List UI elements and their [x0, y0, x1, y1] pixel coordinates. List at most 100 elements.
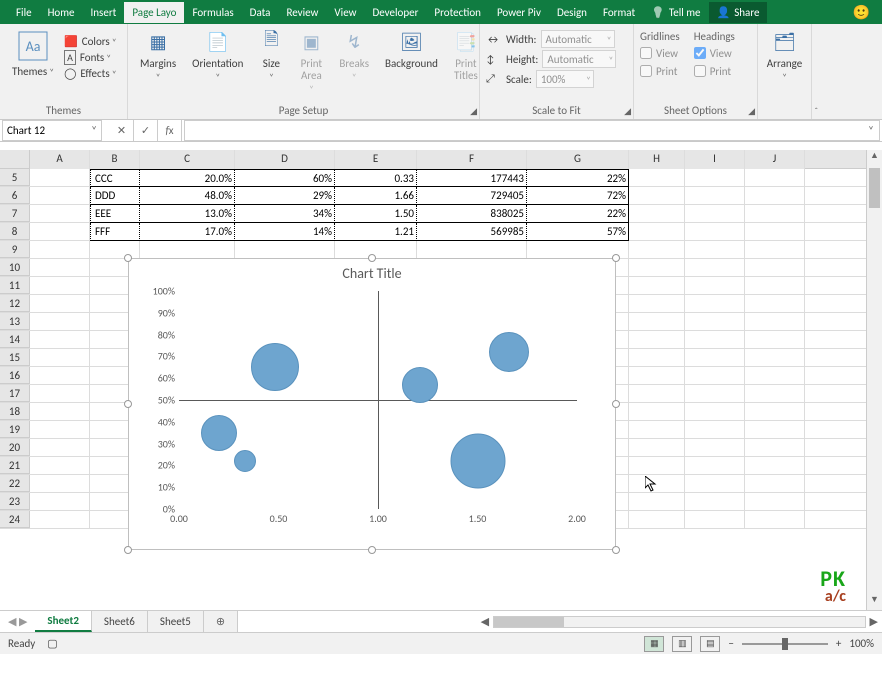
chart-handle[interactable]	[124, 546, 132, 554]
cell[interactable]	[685, 223, 745, 241]
tab-powerpivot[interactable]: Power Piv	[489, 2, 549, 23]
cell[interactable]	[629, 313, 685, 331]
cell[interactable]	[30, 403, 90, 421]
cancel-fx-icon[interactable]: ✕	[110, 120, 134, 141]
zoom-slider[interactable]	[742, 643, 828, 645]
cell[interactable]	[629, 187, 685, 205]
cell[interactable]: FFF	[90, 223, 140, 241]
cell[interactable]	[335, 241, 417, 259]
cell[interactable]	[30, 439, 90, 457]
formula-expand-icon[interactable]: ˅	[863, 124, 879, 137]
column-header[interactable]: C	[140, 150, 235, 169]
cell[interactable]	[30, 277, 90, 295]
column-header[interactable]: F	[417, 150, 527, 169]
tab-review[interactable]: Review	[278, 2, 326, 23]
print-titles-button[interactable]: 📑Print Titles	[448, 26, 484, 86]
ribbon-collapse-icon[interactable]: ˆ	[814, 106, 818, 117]
row-header[interactable]: 6	[0, 187, 30, 204]
cell[interactable]	[685, 403, 745, 421]
themes-fonts[interactable]: AFonts	[64, 50, 117, 65]
cell[interactable]	[745, 349, 805, 367]
cell[interactable]	[745, 295, 805, 313]
chart-plot-area[interactable]: 0%10%20%30%40%50%60%70%80%90%100%0.000.5…	[179, 291, 577, 509]
cell[interactable]	[629, 475, 685, 493]
cell[interactable]: 20.0%	[140, 169, 235, 187]
tab-page-layout[interactable]: Page Layo	[124, 2, 184, 23]
cell[interactable]	[629, 403, 685, 421]
sheet-launcher[interactable]: ◢	[748, 106, 755, 117]
cell[interactable]: 29%	[235, 187, 335, 205]
feedback-smiley-icon[interactable]: 🙂	[853, 4, 870, 21]
cell[interactable]	[685, 457, 745, 475]
chart-bubble[interactable]	[251, 343, 299, 391]
row-header[interactable]: 15	[0, 349, 30, 366]
row-header[interactable]: 22	[0, 475, 30, 492]
cell[interactable]	[685, 367, 745, 385]
cell[interactable]	[685, 331, 745, 349]
page-setup-launcher[interactable]: ◢	[470, 106, 477, 117]
cell[interactable]	[629, 169, 685, 187]
cell[interactable]	[30, 421, 90, 439]
cell[interactable]	[30, 223, 90, 241]
cell[interactable]	[629, 223, 685, 241]
themes-colors[interactable]: 🟥Colors	[64, 35, 117, 48]
tab-tell-me[interactable]: Tell me	[643, 2, 708, 23]
cell[interactable]	[685, 421, 745, 439]
cell[interactable]	[30, 349, 90, 367]
row-header[interactable]: 24	[0, 511, 30, 528]
cell[interactable]	[30, 475, 90, 493]
cell[interactable]	[685, 385, 745, 403]
cell[interactable]	[629, 349, 685, 367]
cell[interactable]	[30, 295, 90, 313]
cell[interactable]: 1.50	[335, 205, 417, 223]
cell[interactable]: 1.66	[335, 187, 417, 205]
cell[interactable]	[629, 367, 685, 385]
horizontal-scrollbar[interactable]: ◀ ▶	[477, 611, 882, 632]
cell[interactable]: 0.33	[335, 169, 417, 187]
column-header[interactable]: D	[235, 150, 335, 169]
cell[interactable]	[629, 295, 685, 313]
zoom-value[interactable]: 100%	[849, 637, 874, 650]
headings-print-check[interactable]: Print	[694, 63, 735, 79]
cell[interactable]: 72%	[527, 187, 629, 205]
enter-fx-icon[interactable]: ✓	[134, 120, 158, 141]
cell[interactable]: 838025	[417, 205, 527, 223]
cell[interactable]: 22%	[527, 169, 629, 187]
cell[interactable]	[30, 169, 90, 187]
print-area-button[interactable]: ▣Print Area	[293, 26, 329, 100]
cell[interactable]: 14%	[235, 223, 335, 241]
cell[interactable]	[685, 475, 745, 493]
cell[interactable]	[745, 331, 805, 349]
row-header[interactable]: 13	[0, 313, 30, 330]
cell[interactable]	[30, 493, 90, 511]
row-header[interactable]: 9	[0, 241, 30, 258]
cell[interactable]	[745, 259, 805, 277]
scale-pct-select[interactable]: 100%	[536, 70, 594, 88]
cell[interactable]	[629, 277, 685, 295]
row-header[interactable]: 12	[0, 295, 30, 312]
cell[interactable]	[745, 313, 805, 331]
cell[interactable]: 17.0%	[140, 223, 235, 241]
cell[interactable]	[685, 295, 745, 313]
cell[interactable]	[745, 205, 805, 223]
scale-width-select[interactable]: Automatic	[541, 30, 615, 48]
hscroll-right-icon[interactable]: ▶	[870, 615, 878, 628]
cell[interactable]	[745, 493, 805, 511]
cell[interactable]: 60%	[235, 169, 335, 187]
scale-height-select[interactable]: Automatic	[542, 50, 616, 68]
hscroll-left-icon[interactable]: ◀	[481, 615, 489, 628]
cell[interactable]	[30, 187, 90, 205]
cell[interactable]	[745, 241, 805, 259]
cell[interactable]	[745, 475, 805, 493]
cell[interactable]: 177443	[417, 169, 527, 187]
cell[interactable]: CCC	[90, 169, 140, 187]
cell[interactable]	[30, 205, 90, 223]
cell[interactable]	[629, 385, 685, 403]
chart-bubble[interactable]	[402, 367, 438, 403]
cell[interactable]	[629, 439, 685, 457]
cell[interactable]	[629, 259, 685, 277]
scroll-thumb[interactable]	[869, 168, 880, 208]
cell[interactable]	[745, 367, 805, 385]
cell[interactable]	[685, 241, 745, 259]
chart-handle[interactable]	[124, 254, 132, 262]
